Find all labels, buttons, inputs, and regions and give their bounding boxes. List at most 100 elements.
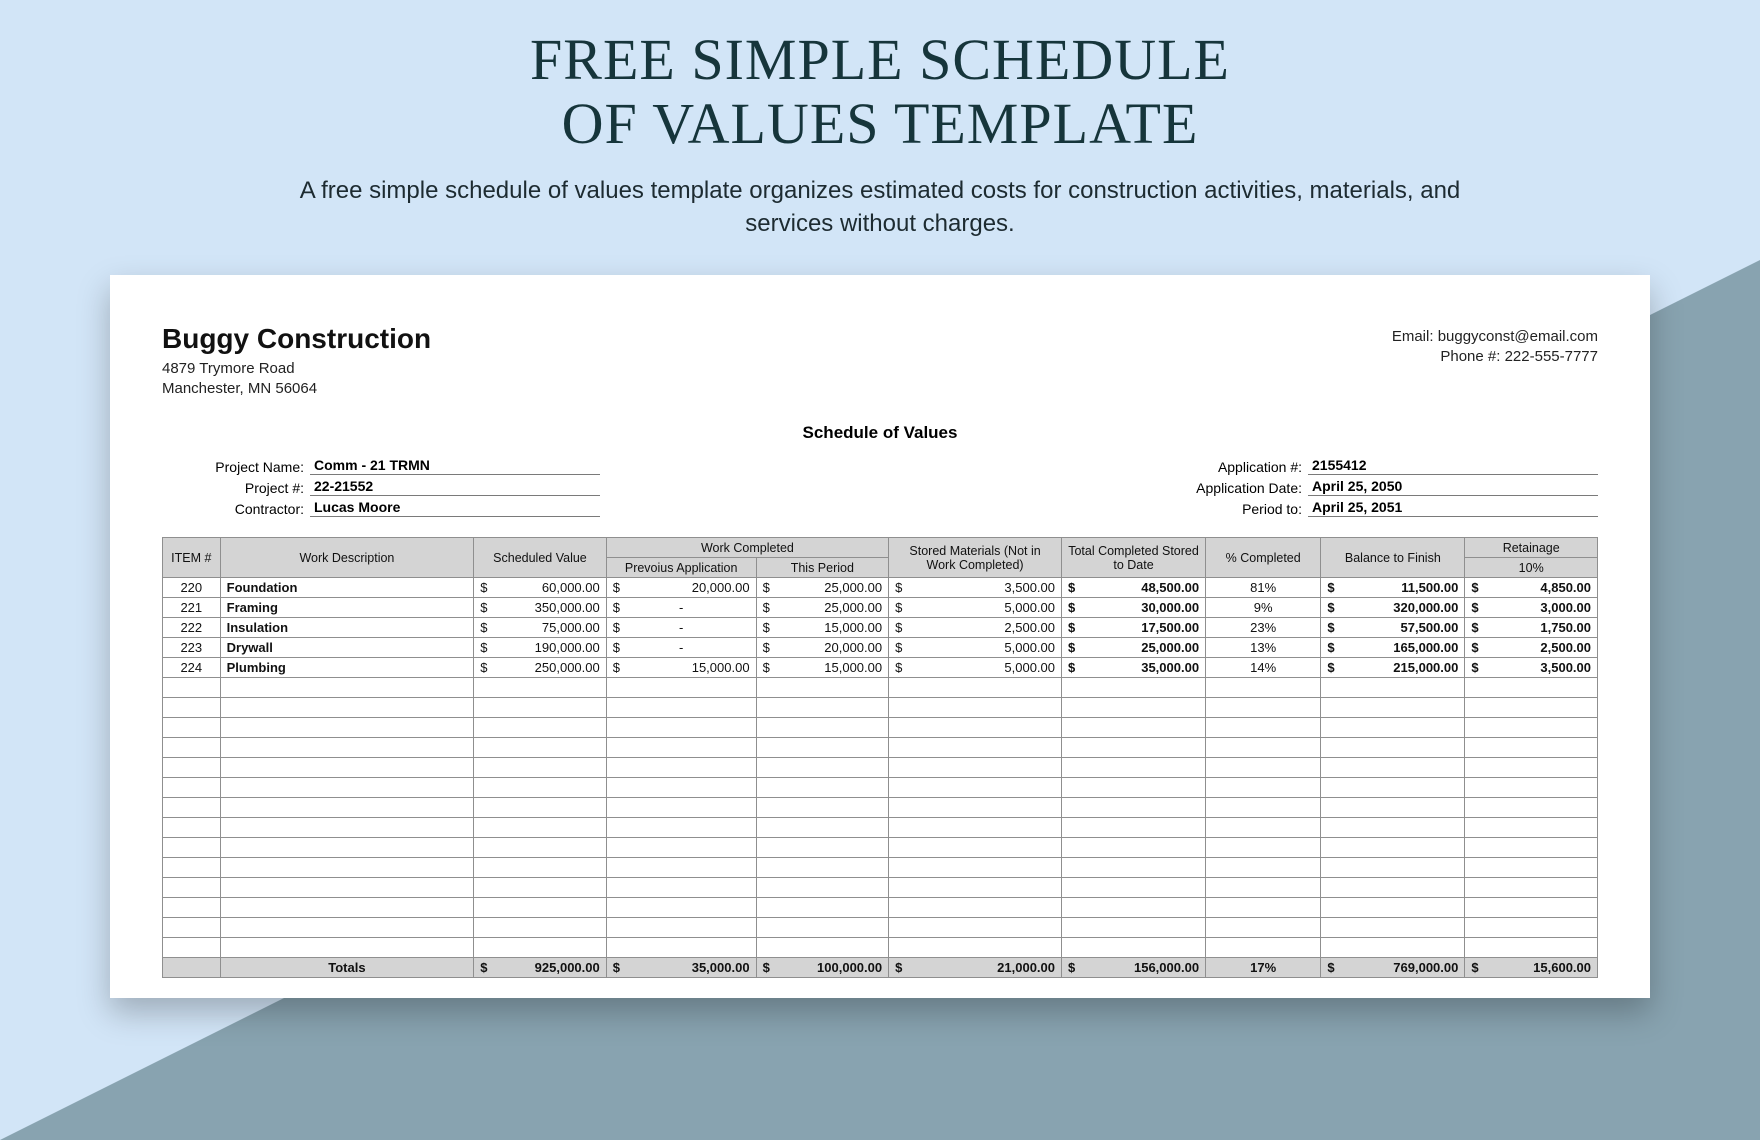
company-phone: Phone #: 222-555-7777 bbox=[1392, 347, 1598, 367]
cell-item: 223 bbox=[163, 638, 221, 658]
cell-item: 221 bbox=[163, 598, 221, 618]
cell-money: $15,600.00 bbox=[1465, 958, 1598, 978]
document-title: Schedule of Values bbox=[162, 423, 1598, 443]
table-row: 222Insulation$75,000.00$-$15,000.00$2,50… bbox=[163, 618, 1598, 638]
title-line-2: OF VALUES TEMPLATE bbox=[562, 91, 1199, 156]
cell-money: $5,000.00 bbox=[889, 658, 1062, 678]
table-row-empty bbox=[163, 838, 1598, 858]
table-row: 224Plumbing$250,000.00$15,000.00$15,000.… bbox=[163, 658, 1598, 678]
cell-money: $165,000.00 bbox=[1321, 638, 1465, 658]
cell-money: $320,000.00 bbox=[1321, 598, 1465, 618]
th-prev-app: Prevoius Application bbox=[606, 558, 756, 578]
table-row-empty bbox=[163, 938, 1598, 958]
company-header: Buggy Construction 4879 Trymore Road Man… bbox=[162, 323, 1598, 400]
cell-money: $350,000.00 bbox=[474, 598, 607, 618]
cell-percent: 13% bbox=[1206, 638, 1321, 658]
title-line-1: FREE SIMPLE SCHEDULE bbox=[530, 27, 1230, 92]
cell-money: $- bbox=[606, 618, 756, 638]
schedule-of-values-table: ITEM # Work Description Scheduled Value … bbox=[162, 537, 1598, 978]
meta-right: Application #:2155412 Application Date:A… bbox=[1160, 457, 1598, 517]
meta-app-date: Application Date:April 25, 2050 bbox=[1160, 478, 1598, 496]
table-row-totals: Totals$925,000.00$35,000.00$100,000.00$2… bbox=[163, 958, 1598, 978]
cell-money: $215,000.00 bbox=[1321, 658, 1465, 678]
cell-money: $57,500.00 bbox=[1321, 618, 1465, 638]
table-body: 220Foundation$60,000.00 $20,000.00 $25,000… bbox=[163, 578, 1598, 978]
cell-money: $30,000.00 bbox=[1062, 598, 1206, 618]
company-address-1: 4879 Trymore Road bbox=[162, 359, 431, 379]
cell-money: $2,500.00 bbox=[889, 618, 1062, 638]
th-work-completed: Work Completed bbox=[606, 538, 888, 558]
cell-money: $20,000.00 bbox=[756, 638, 889, 658]
project-meta: Project Name:Comm - 21 TRMN Project #:22… bbox=[162, 457, 1598, 517]
table-row: 223Drywall$190,000.00$-$20,000.00$5,000.… bbox=[163, 638, 1598, 658]
cell-money: $769,000.00 bbox=[1321, 958, 1465, 978]
cell-description: Framing bbox=[220, 598, 474, 618]
cell-money: $3,000.00 bbox=[1465, 598, 1598, 618]
meta-project-name: Project Name:Comm - 21 TRMN bbox=[162, 457, 600, 475]
table-row: 221Framing$350,000.00$-$25,000.00$5,000.… bbox=[163, 598, 1598, 618]
table-row-empty bbox=[163, 698, 1598, 718]
cell-item: 222 bbox=[163, 618, 221, 638]
company-name: Buggy Construction bbox=[162, 323, 431, 355]
page-description: A free simple schedule of values templat… bbox=[280, 174, 1480, 241]
meta-app-number: Application #:2155412 bbox=[1160, 457, 1598, 475]
meta-left: Project Name:Comm - 21 TRMN Project #:22… bbox=[162, 457, 600, 517]
cell-description: Plumbing bbox=[220, 658, 474, 678]
cell-money: $15,000.00 bbox=[756, 658, 889, 678]
cell-money: $75,000.00 bbox=[474, 618, 607, 638]
th-desc: Work Description bbox=[220, 538, 474, 578]
cell-money: $156,000.00 bbox=[1062, 958, 1206, 978]
th-scheduled: Scheduled Value bbox=[474, 538, 607, 578]
cell-money: $2,500.00 bbox=[1465, 638, 1598, 658]
document-sheet: Buggy Construction 4879 Trymore Road Man… bbox=[110, 275, 1650, 999]
cell-money: $25,000.00 bbox=[1062, 638, 1206, 658]
th-pct: % Completed bbox=[1206, 538, 1321, 578]
cell-money: $35,000.00 bbox=[606, 958, 756, 978]
cell-description: Insulation bbox=[220, 618, 474, 638]
cell-money: $5,000.00 bbox=[889, 598, 1062, 618]
cell-money: $925,000.00 bbox=[474, 958, 607, 978]
cell-money: $4,850.00 bbox=[1465, 578, 1598, 598]
cell-money: $25,000.00 bbox=[756, 598, 889, 618]
th-this-period: This Period bbox=[756, 558, 889, 578]
company-email: Email: buggyconst@email.com bbox=[1392, 327, 1598, 347]
cell-percent: 81% bbox=[1206, 578, 1321, 598]
cell-money: $21,000.00 bbox=[889, 958, 1062, 978]
meta-contractor: Contractor:Lucas Moore bbox=[162, 499, 600, 517]
th-balance: Balance to Finish bbox=[1321, 538, 1465, 578]
cell-money: $5,000.00 bbox=[889, 638, 1062, 658]
cell-money: $60,000.00 bbox=[474, 578, 607, 598]
cell-percent: 14% bbox=[1206, 658, 1321, 678]
cell-money: $250,000.00 bbox=[474, 658, 607, 678]
company-right: Email: buggyconst@email.com Phone #: 222… bbox=[1392, 323, 1598, 368]
table-row-empty bbox=[163, 758, 1598, 778]
table-row-empty bbox=[163, 798, 1598, 818]
cell-percent: 17% bbox=[1206, 958, 1321, 978]
table-row-empty bbox=[163, 818, 1598, 838]
th-item: ITEM # bbox=[163, 538, 221, 578]
th-stored: Stored Materials (Not in Work Completed) bbox=[889, 538, 1062, 578]
cell-money: $3,500.00 bbox=[889, 578, 1062, 598]
company-address-2: Manchester, MN 56064 bbox=[162, 379, 431, 399]
table-row-empty bbox=[163, 718, 1598, 738]
cell-item bbox=[163, 958, 221, 978]
th-total: Total Completed Stored to Date bbox=[1062, 538, 1206, 578]
table-row: 220Foundation$60,000.00$20,000.00$25,000… bbox=[163, 578, 1598, 598]
cell-money: $35,000.00 bbox=[1062, 658, 1206, 678]
cell-money: $11,500.00 bbox=[1321, 578, 1465, 598]
cell-money: $25,000.00 bbox=[756, 578, 889, 598]
cell-item: 220 bbox=[163, 578, 221, 598]
table-row-empty bbox=[163, 918, 1598, 938]
table-row-empty bbox=[163, 898, 1598, 918]
cell-money: $- bbox=[606, 638, 756, 658]
cell-money: $190,000.00 bbox=[474, 638, 607, 658]
th-retainage: Retainage bbox=[1465, 538, 1598, 558]
cell-money: $48,500.00 bbox=[1062, 578, 1206, 598]
company-left: Buggy Construction 4879 Trymore Road Man… bbox=[162, 323, 431, 400]
cell-description: Foundation bbox=[220, 578, 474, 598]
cell-percent: 23% bbox=[1206, 618, 1321, 638]
cell-totals-label: Totals bbox=[220, 958, 474, 978]
table-row-empty bbox=[163, 858, 1598, 878]
page-title: FREE SIMPLE SCHEDULE OF VALUES TEMPLATE bbox=[0, 28, 1760, 156]
cell-money: $1,750.00 bbox=[1465, 618, 1598, 638]
